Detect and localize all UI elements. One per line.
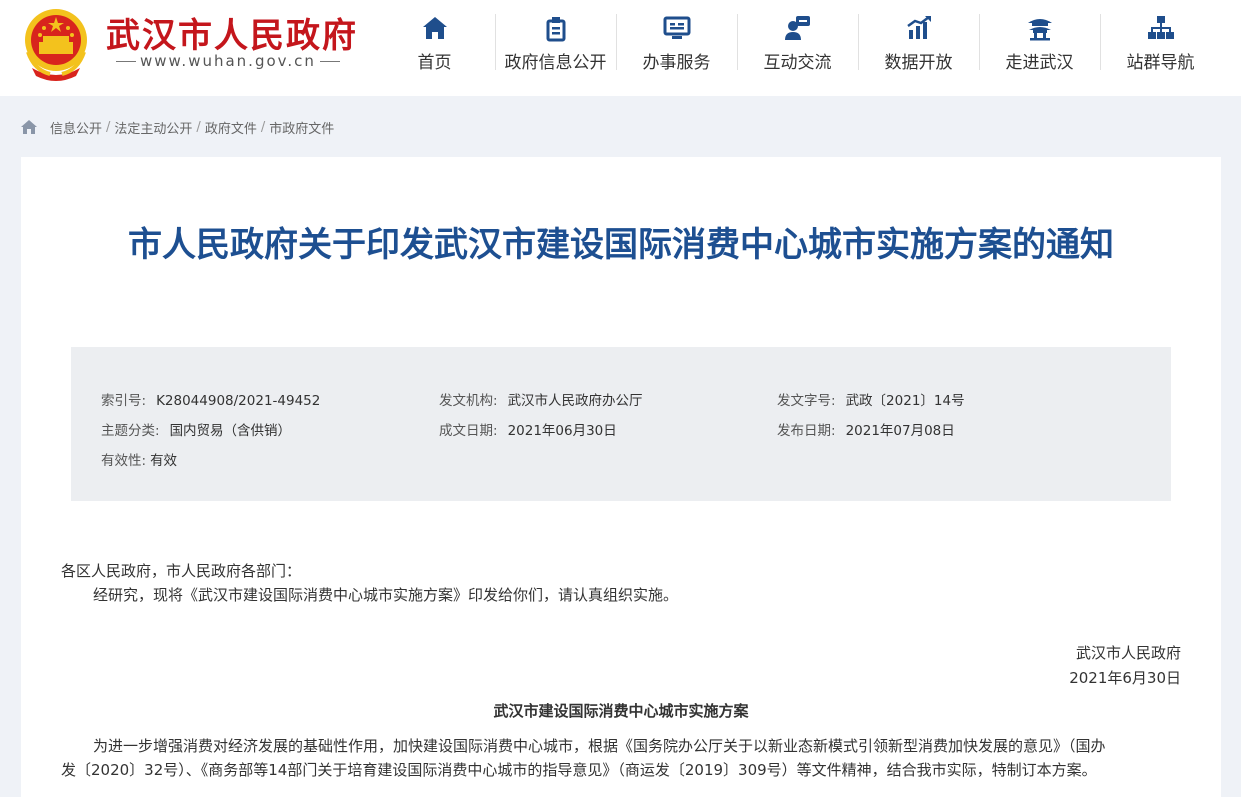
meta-key: 发文字号: [777, 393, 836, 409]
breadcrumb-link[interactable]: 信息公开 [50, 118, 102, 137]
signature-org: 武汉市人民政府 [1075, 644, 1181, 662]
meta-value: 有效 [150, 453, 178, 469]
article-container: 市人民政府关于印发武汉市建设国际消费中心城市实施方案的通知 索引号: K28044… [21, 157, 1221, 797]
nav-label: 首页 [417, 53, 452, 73]
chat-person-icon [784, 16, 810, 40]
site-header: 武汉市人民政府 www.wuhan.gov.cn 首页 政府信息公开 办事服务 … [0, 0, 1241, 96]
site-name: 武汉市人民政府 [106, 16, 358, 56]
nav-label: 政府信息公开 [504, 53, 607, 73]
pavilion-icon [1027, 19, 1052, 41]
meta-row: 主题分类: 国内贸易（含供销） 成文日期: 2021年06月30日 发布日期: 202… [101, 419, 1141, 439]
nav-item-interaction[interactable]: 互动交流 [737, 12, 858, 73]
meta-value: K28044908/2021-49452 [156, 393, 321, 409]
signature-date: 2021年6月30日 [1069, 669, 1181, 687]
nav-item-home[interactable]: 首页 [374, 12, 495, 73]
paragraph: 为进一步增强消费对经济发展的基础性作用，加快建设国际消费中心城市，根据《国务院办… [93, 737, 1106, 755]
meta-row: 有效性: 有效 [101, 449, 1141, 469]
nav-item-sitemap[interactable]: 站群导航 [1100, 12, 1221, 73]
bar-chart-icon [906, 16, 931, 39]
service-monitor-icon [663, 16, 690, 39]
nav-item-gov-info[interactable]: 政府信息公开 [495, 12, 616, 73]
article-title: 市人民政府关于印发武汉市建设国际消费中心城市实施方案的通知 [128, 225, 1114, 265]
meta-topic: 主题分类: 国内贸易（含供销） [101, 419, 291, 439]
meta-value: 武汉市人民政府办公厅 [507, 393, 643, 409]
breadcrumb-separator: / [106, 119, 111, 135]
breadcrumb-separator: / [196, 119, 201, 135]
nav-label: 站群导航 [1126, 53, 1195, 73]
site-url: www.wuhan.gov.cn [112, 52, 344, 70]
meta-value: 武政〔2021〕14号 [845, 393, 965, 409]
meta-key: 成文日期: [439, 423, 498, 439]
breadcrumb: 信息公开 / 法定主动公开 / 政府文件 / 市政府文件 [20, 118, 334, 137]
site-url-text: www.wuhan.gov.cn [140, 52, 316, 70]
meta-key: 有效性: [101, 453, 147, 469]
home-icon[interactable] [20, 119, 38, 135]
paragraph: 经研究，现将《武汉市建设国际消费中心城市实施方案》印发给你们，请认真组织实施。 [93, 586, 679, 604]
meta-issuer: 发文机构: 武汉市人民政府办公厅 [439, 389, 643, 409]
document-icon [546, 17, 565, 42]
meta-key: 主题分类: [101, 423, 160, 439]
meta-validity: 有效性: 有效 [101, 449, 177, 469]
meta-index-no: 索引号: K28044908/2021-49452 [101, 389, 320, 409]
home-icon [422, 17, 447, 39]
nav-label: 数据开放 [884, 53, 953, 73]
nav-item-about-wuhan[interactable]: 走进武汉 [979, 12, 1100, 73]
nav-item-open-data[interactable]: 数据开放 [858, 12, 979, 73]
national-emblem-logo[interactable] [20, 6, 92, 82]
salutation: 各区人民政府，市人民政府各部门： [61, 562, 302, 580]
nav-label: 走进武汉 [1005, 53, 1074, 73]
meta-key: 发文机构: [439, 393, 498, 409]
sitemap-icon [1147, 16, 1174, 39]
plan-title: 武汉市建设国际消费中心城市实施方案 [493, 702, 749, 720]
nav-label: 办事服务 [642, 53, 711, 73]
breadcrumb-separator: / [260, 119, 266, 135]
meta-row: 索引号: K28044908/2021-49452 发文机构: 武汉市人民政府办公厅… [101, 389, 1141, 409]
meta-written-date: 成文日期: 2021年06月30日 [439, 419, 617, 439]
main-nav: 首页 政府信息公开 办事服务 互动交流 数据开放 走进武汉 站群导航 [374, 12, 1221, 73]
nav-label: 互动交流 [763, 53, 832, 73]
meta-key: 发布日期: [777, 423, 836, 439]
breadcrumb-link[interactable]: 政府文件 [205, 118, 257, 137]
paragraph: 发〔2020〕32号）、《商务部等14部门关于培育建设国际消费中心城市的指导意见… [61, 761, 1097, 779]
meta-value: 2021年07月08日 [845, 423, 955, 439]
meta-value: 国内贸易（含供销） [169, 423, 292, 439]
breadcrumb-link[interactable]: 市政府文件 [269, 118, 334, 137]
meta-doc-no: 发文字号: 武政〔2021〕14号 [777, 389, 965, 409]
meta-key: 索引号: [101, 393, 147, 409]
meta-published-date: 发布日期: 2021年07月08日 [777, 419, 955, 439]
nav-item-services[interactable]: 办事服务 [616, 12, 737, 73]
meta-value: 2021年06月30日 [507, 423, 617, 439]
breadcrumb-link[interactable]: 法定主动公开 [114, 118, 192, 137]
document-meta-panel: 索引号: K28044908/2021-49452 发文机构: 武汉市人民政府办公厅… [71, 347, 1171, 501]
